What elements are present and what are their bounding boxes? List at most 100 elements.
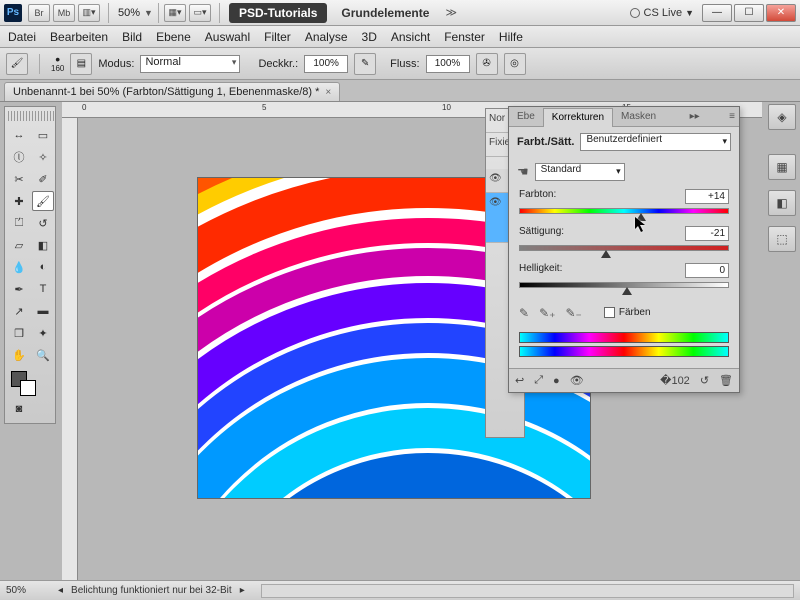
eyedropper-sub-icon[interactable]: ✎₋ — [565, 306, 581, 320]
clip-icon[interactable]: ● — [553, 375, 560, 387]
crop-tool[interactable]: ✂ — [8, 169, 30, 189]
panel-menu-icon[interactable]: ≡ — [725, 111, 739, 122]
status-next-icon[interactable]: ▸ — [240, 585, 245, 596]
tab-masken[interactable]: Masken — [613, 107, 664, 126]
trash-icon[interactable]: 🗑 — [719, 374, 733, 387]
close-tab-icon[interactable]: × — [325, 87, 331, 98]
menu-hilfe[interactable]: Hilfe — [499, 30, 523, 44]
lightness-value[interactable]: 0 — [685, 263, 729, 278]
extras-button[interactable]: ▥▾ — [78, 4, 100, 22]
quickmask-button[interactable]: ◙ — [8, 399, 30, 419]
preset-select[interactable]: Benutzerdefiniert — [580, 133, 731, 151]
status-zoom[interactable]: 50% — [6, 585, 50, 596]
cs-live-button[interactable]: CS Live▼ — [630, 7, 694, 19]
airbrush-icon[interactable]: ✇ — [476, 53, 498, 75]
tab-ebenen-peek[interactable]: Ebe — [509, 107, 543, 126]
workspace-grundelemente[interactable]: Grundelemente — [331, 3, 439, 23]
hue-slider[interactable] — [519, 208, 729, 214]
tools-grip[interactable] — [8, 111, 54, 121]
menu-datei[interactable]: Datei — [8, 30, 36, 44]
minimize-button[interactable]: — — [702, 4, 732, 22]
zoom-tool[interactable]: 🔍 — [32, 345, 54, 365]
arrange-button[interactable]: ▦▾ — [164, 4, 186, 22]
brush-preview-icon[interactable]: • — [51, 54, 64, 64]
hue-value[interactable]: +14 — [685, 189, 729, 204]
wand-tool[interactable]: ✧ — [32, 147, 54, 167]
hand-tool[interactable]: ✋ — [8, 345, 30, 365]
document-tab[interactable]: Unbenannt-1 bei 50% (Farbton/Sättigung 1… — [4, 82, 340, 101]
menu-bearbeiten[interactable]: Bearbeiten — [50, 30, 108, 44]
dock-adjust-icon[interactable]: ◧ — [768, 190, 796, 216]
hue-strip-after — [519, 346, 729, 357]
flow-input[interactable]: 100% — [426, 55, 470, 73]
eraser-tool[interactable]: ▱ — [8, 235, 30, 255]
3d-tool[interactable]: ❒ — [8, 323, 30, 343]
brush-tool[interactable]: 🖌 — [32, 191, 54, 211]
maximize-button[interactable]: ☐ — [734, 4, 764, 22]
reset-icon[interactable]: ↺ — [700, 374, 709, 387]
tool-preset-icon[interactable]: 🖌 — [6, 53, 28, 75]
menu-ansicht[interactable]: Ansicht — [391, 30, 430, 44]
dock-swatches-icon[interactable]: ▦ — [768, 154, 796, 180]
lightness-label: Helligkeit: — [519, 263, 562, 278]
menu-ebene[interactable]: Ebene — [156, 30, 191, 44]
status-prev-icon[interactable]: ◂ — [58, 585, 63, 596]
eyedropper-tool[interactable]: ✐ — [32, 169, 54, 189]
back-icon[interactable]: ↩ — [515, 374, 524, 387]
zoom-level[interactable]: 50% — [114, 7, 144, 19]
screenmode-button[interactable]: ▭▾ — [189, 4, 211, 22]
expand-icon[interactable]: ⤢ — [534, 374, 543, 387]
dock-styles-icon[interactable]: ⬚ — [768, 226, 796, 252]
adjustment-title: Farbt./Sätt. — [517, 136, 574, 148]
menu-analyse[interactable]: Analyse — [305, 30, 348, 44]
dock-slot — [768, 140, 798, 144]
workspace-more-icon[interactable]: ≫ — [445, 6, 457, 19]
menu-bar: Datei Bearbeiten Bild Ebene Auswahl Filt… — [0, 26, 800, 48]
lightness-slider[interactable] — [519, 282, 729, 288]
dodge-tool[interactable]: ◐ — [32, 257, 54, 277]
panel-expand-icon[interactable]: ▸▸ — [686, 111, 704, 122]
opacity-pressure-icon[interactable]: ✎ — [354, 53, 376, 75]
dock-layers-icon[interactable]: ◈ — [768, 104, 796, 130]
workspace-psd-tutorials[interactable]: PSD-Tutorials — [229, 3, 327, 23]
shape-tool[interactable]: ▬ — [32, 301, 54, 321]
path-select-tool[interactable]: ↗ — [8, 301, 30, 321]
tablet-pressure-icon[interactable]: ◎ — [504, 53, 526, 75]
menu-bild[interactable]: Bild — [122, 30, 142, 44]
menu-auswahl[interactable]: Auswahl — [205, 30, 250, 44]
brush-panel-button[interactable]: ▤ — [70, 53, 92, 75]
eyedropper-icon[interactable]: ✎ — [519, 306, 529, 320]
menu-filter[interactable]: Filter — [264, 30, 291, 44]
bridge-button[interactable]: Br — [28, 4, 50, 22]
saturation-slider[interactable] — [519, 245, 729, 251]
prev-state-icon[interactable]: �102 — [660, 374, 690, 387]
hand-scrub-icon[interactable]: ☚ — [517, 164, 529, 180]
minibridge-button[interactable]: Mb — [53, 4, 75, 22]
close-button[interactable]: ✕ — [766, 4, 796, 22]
foreground-swatch[interactable] — [11, 371, 27, 387]
color-swatches[interactable] — [8, 367, 30, 397]
eyedropper-add-icon[interactable]: ✎₊ — [539, 306, 555, 320]
saturation-value[interactable]: -21 — [685, 226, 729, 241]
colorize-checkbox[interactable]: Färben — [604, 307, 651, 318]
opacity-input[interactable]: 100% — [304, 55, 348, 73]
background-swatch[interactable] — [20, 380, 36, 396]
blur-tool[interactable]: 💧 — [8, 257, 30, 277]
heal-tool[interactable]: ✚ — [8, 191, 30, 211]
move-tool[interactable]: ↔ — [8, 125, 30, 145]
menu-fenster[interactable]: Fenster — [444, 30, 485, 44]
lasso-tool[interactable]: ⓛ — [8, 147, 30, 167]
blend-mode-select[interactable]: Normal — [140, 55, 240, 73]
menu-3d[interactable]: 3D — [362, 30, 377, 44]
type-tool[interactable]: T — [32, 279, 54, 299]
marquee-tool[interactable]: ▭ — [32, 125, 54, 145]
range-select[interactable]: Standard — [535, 163, 625, 181]
visibility-icon[interactable]: 👁 — [570, 374, 584, 387]
gradient-tool[interactable]: ◧ — [32, 235, 54, 255]
3d-camera-tool[interactable]: ✦ — [32, 323, 54, 343]
horizontal-scrollbar[interactable] — [261, 584, 794, 598]
history-brush-tool[interactable]: ↺ — [32, 213, 54, 233]
stamp-tool[interactable]: ⏍ — [8, 213, 30, 233]
tab-korrekturen[interactable]: Korrekturen — [543, 108, 613, 127]
pen-tool[interactable]: ✒ — [8, 279, 30, 299]
